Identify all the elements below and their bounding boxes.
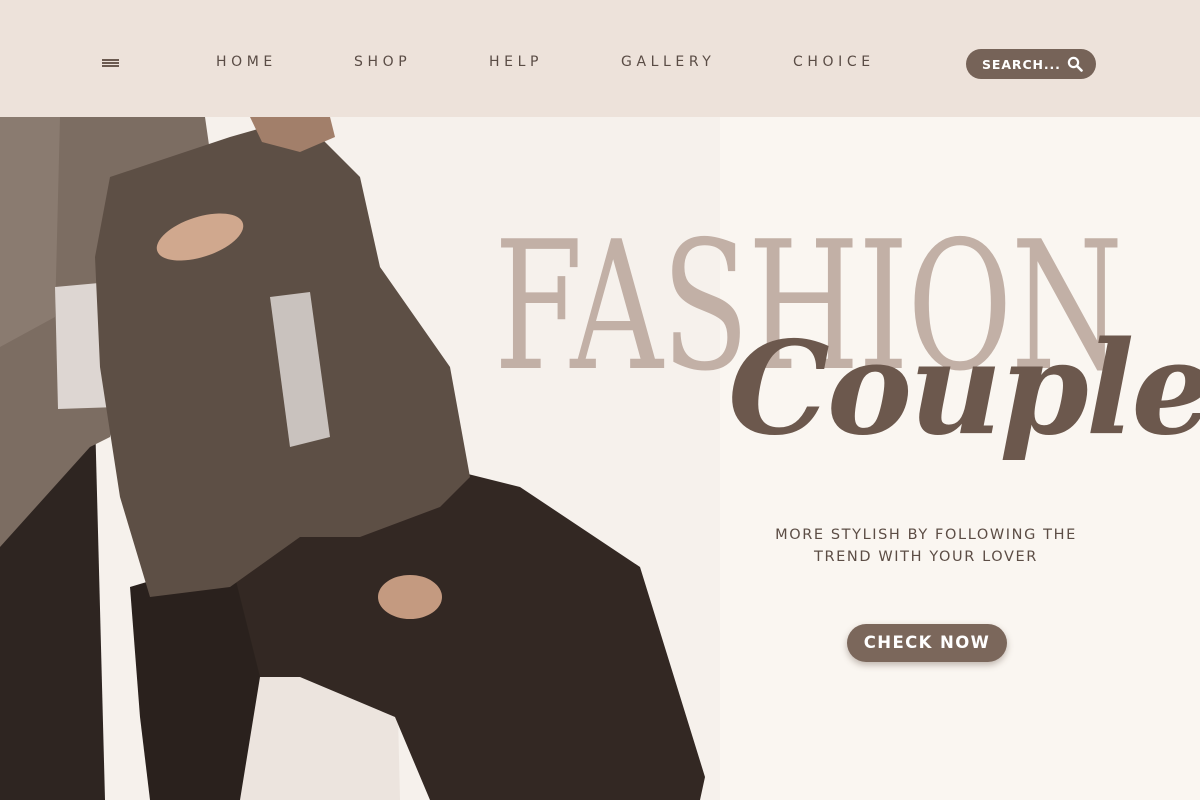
nav-link-home[interactable]: HOME bbox=[216, 54, 277, 70]
hero-tagline: MORE STYLISH BY FOLLOWING THE TREND WITH… bbox=[775, 527, 1077, 565]
hamburger-menu-icon[interactable] bbox=[102, 58, 119, 68]
search-box[interactable] bbox=[966, 49, 1096, 79]
check-now-button[interactable]: CHECK NOW bbox=[847, 624, 1007, 662]
search-input[interactable] bbox=[982, 55, 1064, 73]
nav-link-help[interactable]: HELP bbox=[489, 54, 543, 70]
hero-title-couple: Couple bbox=[728, 314, 1200, 464]
nav-link-choice[interactable]: CHOICE bbox=[793, 54, 875, 70]
search-icon[interactable] bbox=[1067, 56, 1083, 72]
top-navigation-bar: HOME SHOP HELP GALLERY CHOICE bbox=[0, 0, 1200, 117]
nav-link-shop[interactable]: SHOP bbox=[354, 54, 411, 70]
nav-link-gallery[interactable]: GALLERY bbox=[621, 54, 715, 70]
